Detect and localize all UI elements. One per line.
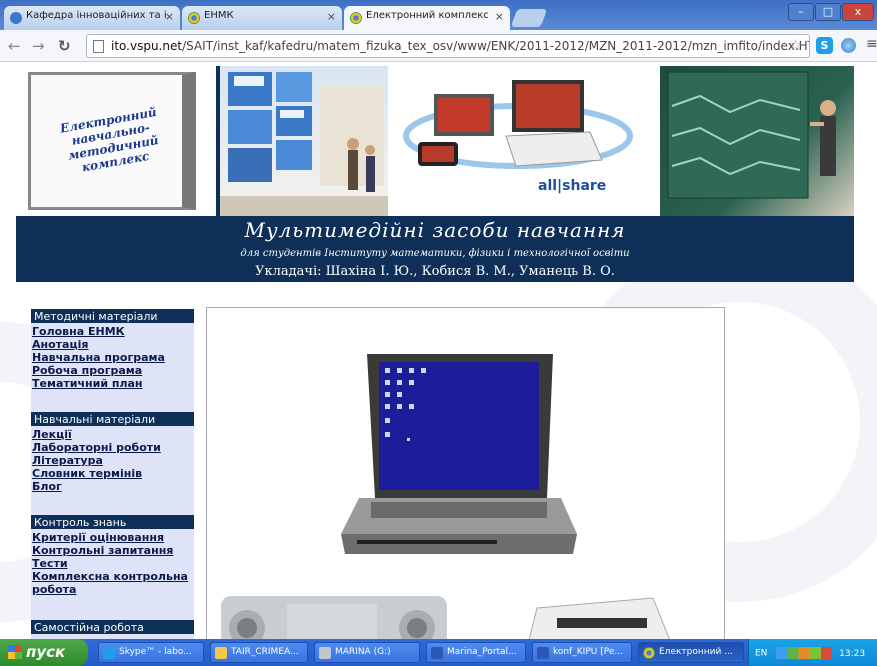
close-window-button[interactable]: x (842, 3, 874, 21)
interactive-display-image (660, 66, 854, 216)
tab-title: ЕНМК (204, 10, 234, 21)
multimedia-devices-illustration (221, 354, 670, 639)
board-text: Електронний навчально-методичний комплек… (59, 104, 160, 175)
nav-link[interactable]: Тести (31, 557, 194, 570)
section-links-control: Критерії оцінювання Контрольні запитання… (31, 529, 194, 596)
tab-kafedra[interactable]: Кафедра інноваційних та і × (4, 6, 180, 30)
new-tab-button[interactable] (510, 9, 548, 27)
forward-icon[interactable]: → (32, 37, 45, 55)
taskbar-button-label: konf_KIPU [Pe... (553, 647, 623, 657)
url-host: ito.vspu.net (111, 39, 183, 53)
nav-link[interactable]: Навчальна програма (31, 351, 194, 364)
taskbar-button-label: Marina_Portal... (447, 647, 517, 657)
video-wall-image (220, 66, 388, 216)
nav-link[interactable]: Блог (31, 480, 194, 493)
extension-globe-icon[interactable] (841, 38, 856, 53)
taskbar-button-word-portal[interactable]: Marina_Portal... (426, 642, 526, 663)
interactive-display-illustration (667, 71, 836, 199)
chrome-icon (643, 647, 655, 659)
section-heading-self-study[interactable]: Самостійна робота (31, 620, 194, 634)
drive-icon (319, 647, 331, 659)
whiteboard-image: Електронний навчально-методичний комплек… (16, 66, 216, 216)
nav-link[interactable]: Критерії оцінювання (31, 531, 194, 544)
section-links-learning: Лекції Лабораторні роботи Література Сло… (31, 426, 194, 493)
page-content: Електронний навчально-методичний комплек… (0, 62, 877, 639)
nav-link[interactable]: Лекції (31, 428, 194, 441)
section-heading-methodical: Методичні матеріали (31, 309, 194, 323)
taskbar-button-folder[interactable]: TAIR_CRIMEA... (210, 642, 308, 663)
reload-icon[interactable]: ↻ (58, 37, 71, 55)
star-icon[interactable]: ☆ (789, 36, 802, 54)
taskbar-button-label: TAIR_CRIMEA... (231, 647, 299, 657)
word-icon (431, 647, 443, 659)
tray-icons[interactable] (776, 647, 833, 659)
nav-link[interactable]: Робоча програма (31, 364, 194, 377)
nav-link[interactable]: Головна ЕНМК (31, 325, 194, 338)
tab-electronic-complex[interactable]: Електронний комплекс × (344, 6, 510, 30)
tab-title: Кафедра інноваційних та і (26, 10, 167, 21)
language-indicator[interactable]: EN (755, 649, 767, 659)
chrome-icon (350, 12, 362, 24)
system-tray: EN 13:23 (748, 639, 877, 666)
sidebar-nav: Методичні матеріали Головна ЕНМК Анотаці… (31, 309, 194, 639)
nav-link[interactable]: Лабораторні роботи (31, 441, 194, 454)
taskbar-button-label: MARINA (G:) (335, 647, 391, 657)
nav-link[interactable]: робота (31, 583, 194, 596)
authors-line: Укладачі: Шахіна І. Ю., Кобися В. М., Ум… (255, 264, 615, 279)
taskbar-button-chrome[interactable]: Електронний ... (638, 642, 744, 663)
skype-icon (103, 647, 115, 659)
taskbar-button-word-konf[interactable]: konf_KIPU [Pe... (532, 642, 632, 663)
maximize-button[interactable]: □ (815, 3, 841, 21)
nav-link[interactable]: Література (31, 454, 194, 467)
tab-title: Електронний комплекс (366, 10, 489, 21)
start-label: пуск (26, 643, 66, 661)
video-wall-illustration (220, 72, 388, 216)
url-path: /SAIT/inst_kaf/kafedru/matem_fizuka_tex_… (182, 39, 810, 53)
windows-taskbar: пуск Skype™ - labo... TAIR_CRIMEA... MAR… (0, 639, 877, 666)
skype-extension-icon[interactable]: S (816, 37, 833, 54)
taskbar-button-skype[interactable]: Skype™ - labo... (98, 642, 204, 663)
clock: 13:23 (839, 648, 866, 659)
nav-link[interactable]: Анотація (31, 338, 194, 351)
address-bar[interactable]: ito.vspu.net/SAIT/inst_kaf/kafedru/matem… (86, 34, 810, 58)
close-tab-icon[interactable]: × (165, 10, 174, 23)
tab-enmk[interactable]: ЕНМК × (182, 6, 342, 30)
page-icon (93, 40, 104, 53)
browser-tabbar: Кафедра інноваційних та і × ЕНМК × Елект… (0, 0, 877, 30)
nav-link[interactable]: Словник термінів (31, 467, 194, 480)
folder-icon (215, 647, 227, 659)
menu-icon[interactable]: ≡ (866, 36, 877, 52)
windows-logo-icon (8, 645, 22, 659)
taskbar-button-drive[interactable]: MARINA (G:) (314, 642, 420, 663)
globe-icon (10, 12, 22, 24)
close-tab-icon[interactable]: × (327, 10, 336, 23)
back-icon[interactable]: ← (8, 37, 21, 55)
nav-link[interactable]: Тематичний план (31, 377, 194, 390)
minimize-button[interactable]: – (788, 3, 814, 21)
whiteboard: Електронний навчально-методичний комплек… (28, 72, 196, 210)
nav-link[interactable]: Контрольні запитання (31, 544, 194, 557)
header-banner: Електронний навчально-методичний комплек… (16, 66, 854, 282)
section-links-methodical: Головна ЕНМК Анотація Навчальна програма… (31, 323, 194, 390)
chrome-icon (188, 12, 200, 24)
start-button[interactable]: пуск (0, 639, 88, 666)
allshare-devices-image: all|share (388, 66, 660, 216)
nav-link[interactable]: Комплексна контрольна (31, 570, 194, 583)
section-heading-learning: Навчальні матеріали (31, 412, 194, 426)
close-tab-icon[interactable]: × (495, 10, 504, 23)
page-subtitle: для студентів Інституту математики, фізи… (240, 248, 630, 259)
allshare-logo: all|share (538, 178, 607, 194)
taskbar-button-label: Електронний ... (659, 647, 733, 657)
section-heading-control: Контроль знань (31, 515, 194, 529)
taskbar-button-label: Skype™ - labo... (119, 647, 192, 657)
browser-toolbar: ← → ↻ ito.vspu.net/SAIT/inst_kaf/kafedru… (0, 30, 877, 62)
page-title: Мультимедійні засоби навчання (244, 218, 626, 242)
content-frame (206, 307, 725, 639)
word-icon (537, 647, 549, 659)
devices-illustration (403, 80, 633, 169)
